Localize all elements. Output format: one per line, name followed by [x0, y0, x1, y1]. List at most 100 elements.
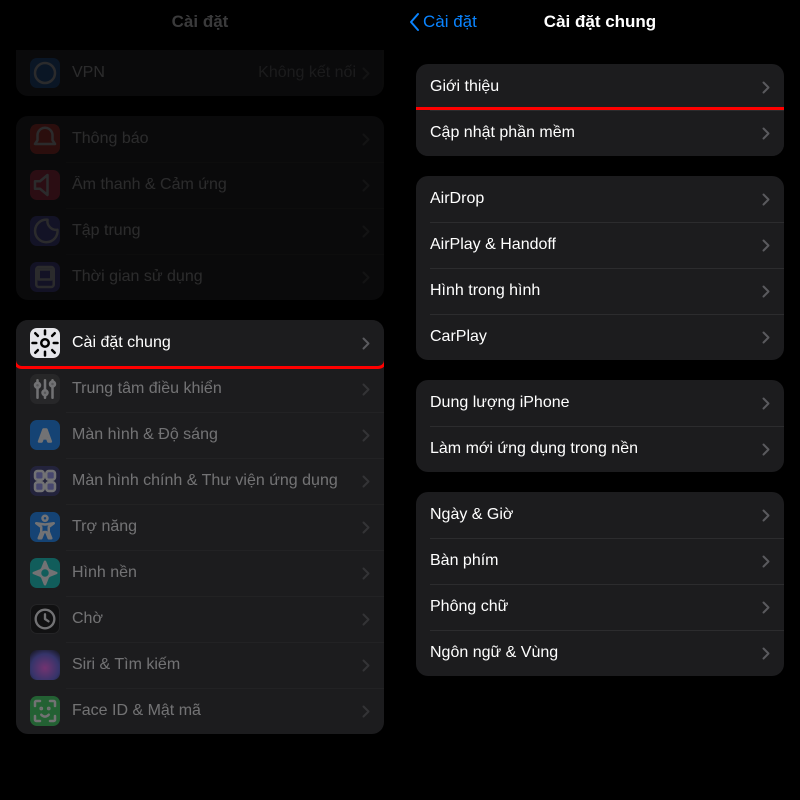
general-icon: [30, 328, 60, 358]
chevron-right-icon: [362, 225, 370, 238]
general-group: Giới thiệu Cập nhật phần mềm: [416, 64, 784, 156]
row-label: Ngôn ngữ & Vùng: [430, 644, 762, 662]
chevron-right-icon: [362, 521, 370, 534]
chevron-right-icon: [362, 567, 370, 580]
row-label: Màn hình & Độ sáng: [72, 426, 362, 444]
settings-row[interactable]: Cài đặt chung: [16, 320, 384, 366]
chevron-right-icon: [762, 239, 770, 252]
chevron-right-icon: [362, 659, 370, 672]
siri-icon: [30, 650, 60, 680]
chevron-right-icon: [762, 555, 770, 568]
general-group: Ngày & Giờ Bàn phím Phông chữ Ngôn ngữ & Vù…: [416, 492, 784, 676]
chevron-right-icon: [762, 647, 770, 660]
chevron-right-icon: [362, 475, 370, 488]
settings-row[interactable]: Face ID & Mật mã: [16, 688, 384, 734]
chevron-right-icon: [762, 193, 770, 206]
row-label: Cài đặt chung: [72, 334, 362, 352]
row-detail: Không kết nối: [258, 64, 356, 82]
row-label: Trung tâm điều khiển: [72, 380, 362, 398]
settings-row[interactable]: Trung tâm điều khiển: [16, 366, 384, 412]
wallpaper-icon: [30, 558, 60, 588]
general-row[interactable]: Ngày & Giờ: [416, 492, 784, 538]
row-label: Trợ năng: [72, 518, 362, 536]
settings-row[interactable]: Thông báo: [16, 116, 384, 162]
settings-title: Cài đặt: [172, 12, 229, 32]
row-label: Cập nhật phần mềm: [430, 124, 762, 142]
row-label: Phông chữ: [430, 598, 762, 616]
settings-row[interactable]: Âm thanh & Cảm ứng: [16, 162, 384, 208]
general-row[interactable]: Bàn phím: [416, 538, 784, 584]
chevron-right-icon: [762, 81, 770, 94]
settings-pane: Cài đặt VPNKhông kết nối Thông báo Âm than…: [0, 0, 400, 800]
chevron-right-icon: [762, 397, 770, 410]
row-label: VPN: [72, 64, 258, 82]
settings-row[interactable]: A Màn hình & Độ sáng: [16, 412, 384, 458]
general-row[interactable]: AirDrop: [416, 176, 784, 222]
row-label: AirPlay & Handoff: [430, 236, 762, 254]
screentime-icon: [30, 262, 60, 292]
settings-header: Cài đặt: [0, 0, 400, 44]
general-group: AirDrop AirPlay & Handoff Hình trong hình C…: [416, 176, 784, 360]
general-row[interactable]: Dung lượng iPhone: [416, 380, 784, 426]
settings-group: VPNKhông kết nối: [16, 50, 384, 96]
display-icon: A: [30, 420, 60, 450]
general-row[interactable]: Ngôn ngữ & Vùng: [416, 630, 784, 676]
chevron-right-icon: [762, 601, 770, 614]
chevron-right-icon: [762, 127, 770, 140]
row-label: Màn hình chính & Thư viện ứng dụng: [72, 463, 362, 498]
chevron-right-icon: [362, 179, 370, 192]
row-label: Thời gian sử dụng: [72, 268, 362, 286]
row-label: Bàn phím: [430, 552, 762, 570]
focus-icon: [30, 216, 60, 246]
chevron-right-icon: [362, 429, 370, 442]
row-label: CarPlay: [430, 328, 762, 346]
chevron-right-icon: [362, 133, 370, 146]
settings-row[interactable]: Chờ: [16, 596, 384, 642]
chevron-right-icon: [362, 705, 370, 718]
faceid-icon: [30, 696, 60, 726]
settings-group: Thông báo Âm thanh & Cảm ứng Tập trung Thời…: [16, 116, 384, 300]
settings-row[interactable]: Hình nền: [16, 550, 384, 596]
chevron-right-icon: [762, 331, 770, 344]
row-label: AirDrop: [430, 190, 762, 208]
row-label: Dung lượng iPhone: [430, 394, 762, 412]
chevron-right-icon: [362, 383, 370, 396]
standby-icon: [30, 604, 60, 634]
settings-row[interactable]: Màn hình chính & Thư viện ứng dụng: [16, 458, 384, 504]
row-label: Hình nền: [72, 564, 362, 582]
settings-row[interactable]: Tập trung: [16, 208, 384, 254]
settings-row[interactable]: Trợ năng: [16, 504, 384, 550]
sounds-icon: [30, 170, 60, 200]
svg-text:A: A: [39, 425, 52, 445]
general-row[interactable]: Làm mới ứng dụng trong nền: [416, 426, 784, 472]
back-button[interactable]: Cài đặt: [408, 12, 477, 32]
settings-row[interactable]: VPNKhông kết nối: [16, 50, 384, 96]
chevron-right-icon: [762, 509, 770, 522]
accessibility-icon: [30, 512, 60, 542]
row-label: Chờ: [72, 610, 362, 628]
row-label: Ngày & Giờ: [430, 506, 762, 524]
notifications-icon: [30, 124, 60, 154]
vpn-icon: [30, 58, 60, 88]
chevron-right-icon: [762, 443, 770, 456]
general-group: Dung lượng iPhone Làm mới ứng dụng trong …: [416, 380, 784, 472]
general-row[interactable]: AirPlay & Handoff: [416, 222, 784, 268]
general-row[interactable]: Phông chữ: [416, 584, 784, 630]
settings-group: Cài đặt chung Trung tâm điều khiển A Màn hì…: [16, 320, 384, 734]
settings-row[interactable]: Siri & Tìm kiếm: [16, 642, 384, 688]
row-label: Hình trong hình: [430, 282, 762, 300]
settings-row[interactable]: Thời gian sử dụng: [16, 254, 384, 300]
general-row[interactable]: Cập nhật phần mềm: [416, 110, 784, 156]
general-row[interactable]: CarPlay: [416, 314, 784, 360]
general-pane: Cài đặt Cài đặt chung Giới thiệuCập nhật…: [400, 0, 800, 800]
homescreen-icon: [30, 466, 60, 496]
chevron-right-icon: [762, 285, 770, 298]
chevron-right-icon: [362, 613, 370, 626]
general-row[interactable]: Hình trong hình: [416, 268, 784, 314]
row-label: Tập trung: [72, 222, 362, 240]
chevron-right-icon: [362, 271, 370, 284]
row-label: Face ID & Mật mã: [72, 702, 362, 720]
row-label: Siri & Tìm kiếm: [72, 656, 362, 674]
row-label: Âm thanh & Cảm ứng: [72, 176, 362, 194]
general-row[interactable]: Giới thiệu: [416, 64, 784, 110]
